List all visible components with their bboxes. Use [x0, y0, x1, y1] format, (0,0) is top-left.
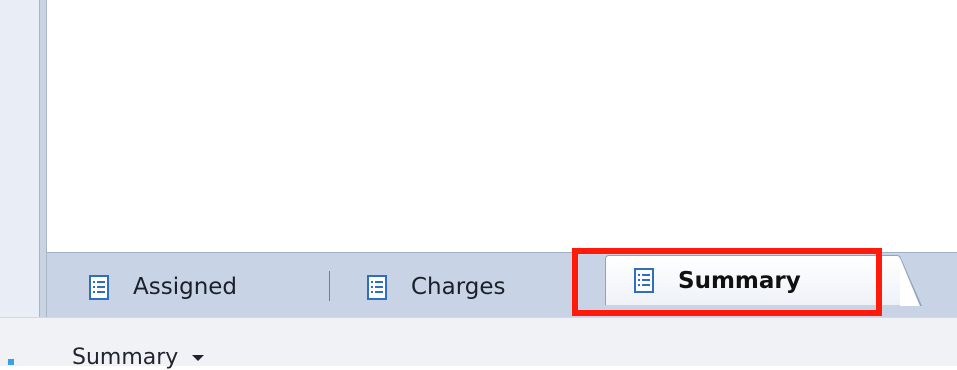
bottom-bar: Summary: [0, 317, 957, 370]
chevron-down-icon: [192, 354, 205, 361]
left-panel: [0, 0, 39, 317]
tab-separator: [329, 271, 330, 301]
tab-assigned[interactable]: Assigned: [89, 261, 319, 313]
tab-assigned-label: Assigned: [133, 274, 238, 300]
tab-summary-label: Summary: [678, 267, 801, 294]
document-icon: [89, 274, 109, 300]
tab-summary-container: Summary: [597, 255, 923, 310]
summary-dropdown[interactable]: Summary: [72, 345, 205, 370]
tab-charges[interactable]: Charges: [367, 261, 587, 313]
document-icon: [367, 274, 387, 300]
tab-strip: Assigned Charges Summary: [47, 252, 957, 317]
summary-dropdown-label: Summary: [72, 345, 179, 370]
document-icon: [634, 268, 654, 293]
tab-summary[interactable]: Summary: [605, 255, 922, 306]
tab-charges-label: Charges: [411, 274, 506, 300]
content-area: [47, 0, 957, 252]
left-splitter[interactable]: [39, 0, 47, 317]
status-dot: [8, 359, 14, 365]
